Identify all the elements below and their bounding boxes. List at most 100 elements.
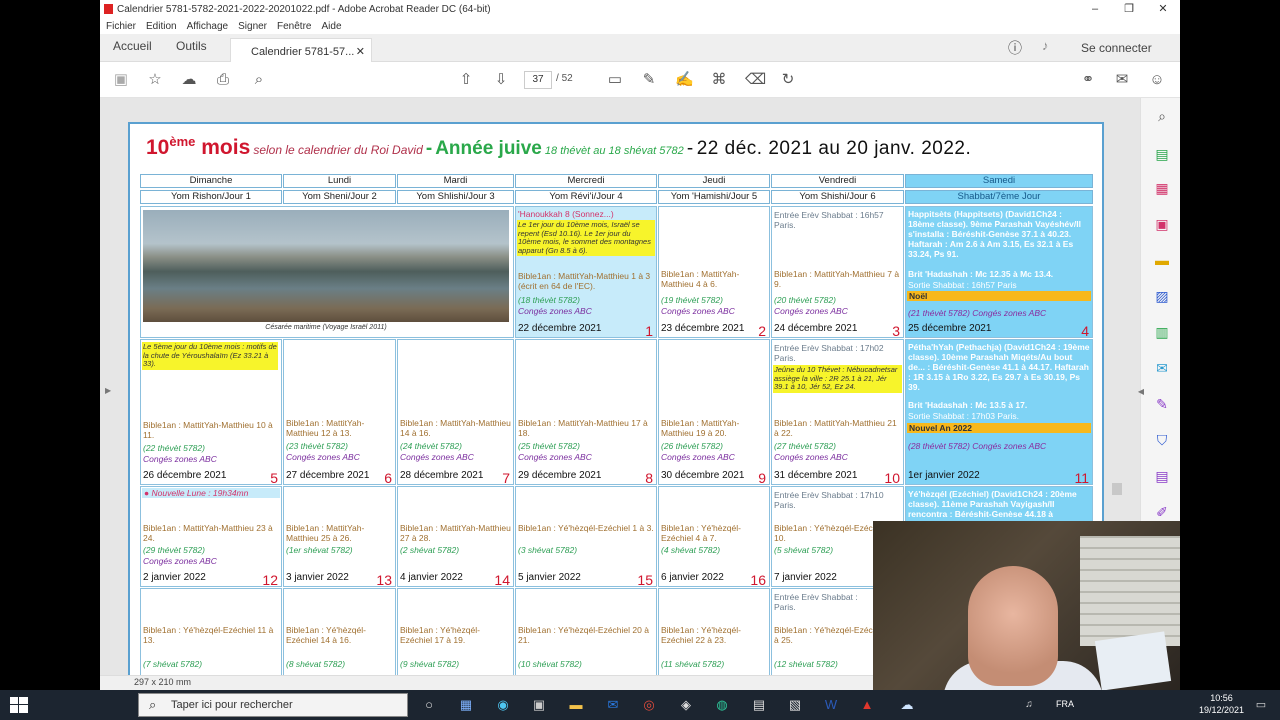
rotate-icon[interactable]: ↻	[779, 71, 797, 89]
send-for-review-icon[interactable]: ✉	[1154, 360, 1170, 376]
protect-shield-icon[interactable]: ⛉	[1154, 432, 1170, 448]
day-number: 7	[502, 470, 510, 485]
hebrew-date: (26 thévèt 5782)	[661, 441, 723, 451]
share-user-icon[interactable]: ☺	[1148, 71, 1166, 89]
hebrew-date: (20 thévèt 5782)	[774, 295, 836, 305]
taskbar-search[interactable]: ⌕ Taper ici pour rechercher	[138, 693, 408, 717]
menu-affichage[interactable]: Affichage	[187, 21, 229, 32]
day-cell-6-jan[interactable]: Bible1an : Yé'hèzqél-Ezéchiel 4 à 7. (4 …	[658, 486, 770, 587]
sign-pen-icon[interactable]: ✍	[675, 71, 694, 89]
menu-fenetre[interactable]: Fenêtre	[277, 21, 311, 32]
delete-icon[interactable]: ⌫	[745, 71, 766, 89]
presenter-face	[968, 566, 1058, 686]
store-icon[interactable]: ▣	[530, 696, 548, 714]
task-view-icon[interactable]: ○	[420, 696, 438, 714]
day-cell-9-jan[interactable]: Bible1an : Yé'hèzqél-Ezéchiel 11 à 13. (…	[140, 588, 282, 688]
help-icon[interactable]: ⓘ	[1008, 38, 1022, 58]
edge-browser-icon[interactable]: ◉	[494, 696, 512, 714]
app-icon-1[interactable]: ◈	[677, 696, 695, 714]
more-tools-icon[interactable]: ▤	[1154, 468, 1170, 484]
stamp-icon[interactable]: ⌘	[710, 71, 728, 89]
collapse-right-panel-icon[interactable]: ◀	[1133, 384, 1149, 400]
create-pdf-icon[interactable]: ▣	[1154, 216, 1170, 232]
day-date: 6 janvier 2022	[661, 572, 724, 583]
holiday-note: Congés zones ABC	[518, 306, 592, 316]
mail-icon[interactable]: ✉	[604, 696, 622, 714]
expand-left-panel-icon[interactable]: ▶	[105, 386, 111, 395]
search-icon: ⌕	[149, 697, 157, 712]
tab-document[interactable]: Calendrier 5781-57... ✕	[230, 38, 372, 63]
word-icon[interactable]: W	[822, 696, 840, 714]
clock[interactable]: 10:56 19/12/2021	[1199, 692, 1244, 716]
bible-reading: Bible1an : Yé'hèzqél-Ezéchiel 22 à 23.	[661, 625, 741, 645]
bookmark-star-icon[interactable]: ☆	[146, 71, 164, 89]
file-explorer-icon[interactable]: ▬	[567, 696, 585, 714]
widgets-icon[interactable]: ▦	[457, 696, 475, 714]
day-cell-23-dec[interactable]: Bible1an : MattitYah-Matthieu 4 à 6. (19…	[658, 206, 770, 338]
link-icon[interactable]: ⚭	[1079, 71, 1097, 89]
email-icon[interactable]: ✉	[1113, 71, 1131, 89]
next-page-icon[interactable]: ⇩	[492, 71, 510, 89]
fill-sign-icon[interactable]: ✎	[1154, 396, 1170, 412]
combine-files-icon[interactable]: ▨	[1154, 288, 1170, 304]
day-cell-28-dec[interactable]: Bible1an : MattitYah-Matthieu 14 à 16. (…	[397, 339, 514, 485]
maximize-button[interactable]: ❐	[1112, 0, 1146, 18]
language-indicator[interactable]: FRA	[1056, 699, 1074, 709]
save-icon[interactable]: ▣	[112, 71, 130, 89]
zoom-icon[interactable]: ⌕	[1154, 108, 1170, 124]
holiday-note: Congés zones ABC	[400, 452, 474, 462]
day-cell-13-jan[interactable]: Bible1an : Yé'hèzqél-Ezéchiel 22 à 23. (…	[658, 588, 770, 688]
volume-icon[interactable]: ♫	[1020, 696, 1038, 714]
comment-tool-icon[interactable]: ▬	[1154, 252, 1170, 268]
export-pdf-icon[interactable]: ▤	[1154, 146, 1170, 162]
close-window-button[interactable]: ✕	[1146, 0, 1180, 18]
day-cell-30-dec[interactable]: Bible1an : MattitYah-Matthieu 19 à 20. (…	[658, 339, 770, 485]
bell-icon[interactable]: ♪	[1042, 38, 1049, 53]
sign-in-button[interactable]: Se connecter	[1081, 41, 1152, 55]
menu-aide[interactable]: Aide	[321, 21, 341, 32]
day-cell-25-dec[interactable]: Happitsèts (Happitsets) (David1Ch24 : 18…	[905, 206, 1093, 338]
day-cell-24-dec[interactable]: Entrée Erèv Shabbat : 16h57 Paris. Bible…	[771, 206, 904, 338]
day-cell-22-dec[interactable]: 'Hanoukkah 8 (Sonnez...) Le 1er jour du …	[515, 206, 657, 338]
notification-icon[interactable]: ▭	[1252, 696, 1270, 714]
tab-tools[interactable]: Outils	[176, 39, 207, 53]
edit-tool-icon[interactable]: ✐	[1154, 504, 1170, 520]
edit-pdf-icon[interactable]: ▥	[1154, 324, 1170, 340]
chrome-icon[interactable]: ◎	[640, 696, 658, 714]
comment-icon[interactable]: ▭	[606, 71, 624, 89]
day-cell-26-dec[interactable]: Le 5ème jour du 10ème mois : motifs de l…	[140, 339, 282, 485]
day-number: 14	[494, 572, 510, 587]
menu-fichier[interactable]: Fichier	[106, 21, 136, 32]
bible-reading: Bible1an : Yé'hèzqél-Ezéchiel 14 à 16.	[286, 625, 366, 645]
upload-cloud-icon[interactable]: ☁	[180, 71, 198, 89]
day-cell-1-jan[interactable]: Pétha'hYah (Pethachja) (David1Ch24 : 19è…	[905, 339, 1093, 485]
organize-pages-icon[interactable]: ▦	[1154, 180, 1170, 196]
day-cell-10-jan[interactable]: Bible1an : Yé'hèzqél-Ezéchiel 14 à 16. (…	[283, 588, 396, 688]
acrobat-icon[interactable]: ▲	[858, 696, 876, 714]
zoom-search-icon[interactable]: ⌕	[250, 71, 268, 89]
previous-page-icon[interactable]: ⇧	[457, 71, 475, 89]
minimize-button[interactable]: –	[1078, 0, 1112, 18]
tab-home[interactable]: Accueil	[113, 39, 152, 53]
print-icon[interactable]: ⎙	[214, 71, 232, 89]
menu-edition[interactable]: Edition	[146, 21, 177, 32]
day-cell-27-dec[interactable]: Bible1an : MattitYah-Matthieu 12 à 13. (…	[283, 339, 396, 485]
day-cell-4-jan[interactable]: Bible1an : MattitYah-Matthieu 27 à 28. (…	[397, 486, 514, 587]
day-cell-3-jan[interactable]: Bible1an : MattitYah-Matthieu 25 à 26. (…	[283, 486, 396, 587]
day-cell-31-dec[interactable]: Entrée Erèv Shabbat : 17h02 Paris. Jeûne…	[771, 339, 904, 485]
highlight-pen-icon[interactable]: ✎	[640, 71, 658, 89]
day-cell-11-jan[interactable]: Bible1an : Yé'hèzqél-Ezéchiel 17 à 19. (…	[397, 588, 514, 688]
vertical-scrollbar[interactable]	[1112, 483, 1122, 495]
page-number-input[interactable]: 37	[524, 71, 552, 89]
menu-signer[interactable]: Signer	[238, 21, 267, 32]
day-cell-2-jan[interactable]: ● Nouvelle Lune : 19h34mn Bible1an : Mat…	[140, 486, 282, 587]
day-cell-5-jan[interactable]: Bible1an : Yé'hèzqél-Ezéchiel 1 à 3. (3 …	[515, 486, 657, 587]
day-cell-12-jan[interactable]: Bible1an : Yé'hèzqél-Ezéchiel 20 à 21. (…	[515, 588, 657, 688]
app-icon-4[interactable]: ▧	[786, 696, 804, 714]
weather-icon[interactable]: ☁	[898, 696, 916, 714]
close-tab-icon[interactable]: ✕	[356, 45, 365, 58]
day-cell-29-dec[interactable]: Bible1an : MattitYah-Matthieu 17 à 18. (…	[515, 339, 657, 485]
windows-start-icon[interactable]	[10, 697, 28, 713]
app-icon-2[interactable]: ◍	[713, 696, 731, 714]
app-icon-3[interactable]: ▤	[750, 696, 768, 714]
